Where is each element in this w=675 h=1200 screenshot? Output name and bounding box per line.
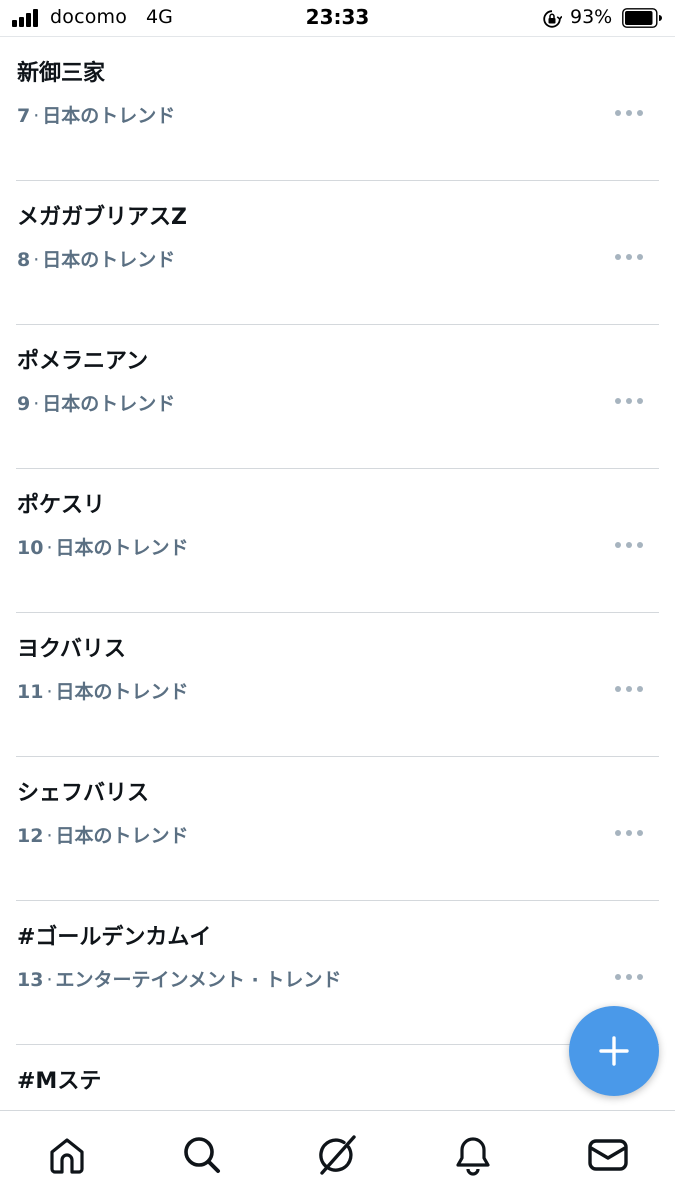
trend-name: 新御三家 [17,61,106,86]
trend-name: ポメラニアン [17,349,149,374]
nav-notifications[interactable] [451,1133,495,1177]
trend-category: 日本のトレンド [42,393,176,415]
meta-separator: · [33,249,40,271]
trend-category: 日本のトレンド [42,249,176,271]
meta-separator: · [46,681,53,703]
trend-name: シェフバリス [17,781,150,806]
trend-item[interactable]: ポケスリ 10 · 日本のトレンド [0,469,675,613]
trend-item[interactable]: #ゴールデンカムイ 13 · エンターテインメント · トレンド [0,901,675,1045]
trend-meta: 13 · エンターテインメント · トレンド [17,965,341,992]
trend-category: 日本のトレンド [42,105,176,127]
trend-rank: 10 [17,537,44,559]
trend-item[interactable]: 新御三家 7 · 日本のトレンド [0,37,675,181]
trend-name: #Mステ [17,1069,102,1094]
more-options-icon[interactable] [615,971,645,983]
status-bar: docomo 4G 23:33 93% [0,0,675,37]
trend-rank: 9 [17,393,31,415]
trend-category: エンターテインメント · トレンド [55,969,342,991]
trend-rank: 8 [17,249,31,271]
meta-separator: · [33,393,40,415]
meta-separator: · [46,969,53,991]
bell-icon [456,1137,490,1176]
trend-list: 新御三家 7 · 日本のトレンド メガガブリアスZ 8 · 日本のトレンド ポメラニアン… [0,37,675,1189]
bottom-nav [0,1110,675,1200]
nav-home[interactable] [45,1133,89,1177]
trend-meta: 10 · 日本のトレンド [17,533,189,560]
compose-button[interactable] [569,1006,659,1096]
trend-meta: 11 · 日本のトレンド [17,677,189,704]
trend-meta: 12 · 日本のトレンド [17,821,189,848]
plus-icon [599,1036,629,1066]
trend-name: ヨクバリス [17,637,126,662]
more-options-icon[interactable] [615,539,645,551]
trend-meta: 9 · 日本のトレンド [17,389,175,416]
battery-icon [622,8,662,28]
trend-category: 日本のトレンド [55,681,189,703]
nav-messages[interactable] [586,1133,630,1177]
nav-spaces[interactable] [314,1133,358,1177]
mail-icon [588,1139,628,1171]
more-options-icon[interactable] [615,107,645,119]
meta-separator: · [46,825,53,847]
trend-name: メガガブリアスZ [17,205,187,230]
trend-item[interactable]: シェフバリス 12 · 日本のトレンド [0,757,675,901]
orientation-lock-icon [543,10,562,28]
more-options-icon[interactable] [615,251,645,263]
trend-name: ポケスリ [17,493,106,518]
more-options-icon[interactable] [615,827,645,839]
home-icon [50,1138,84,1174]
trend-rank: 11 [17,681,44,703]
trend-item[interactable]: ポメラニアン 9 · 日本のトレンド [0,325,675,469]
trend-rank: 7 [17,105,31,127]
battery-percent: 93% [570,6,613,28]
nav-search[interactable] [180,1133,224,1177]
more-options-icon[interactable] [615,683,645,695]
spaces-icon [319,1135,356,1175]
trend-name: #ゴールデンカムイ [17,925,212,950]
trend-category: 日本のトレンド [55,825,189,847]
trend-rank: 13 [17,969,44,991]
more-options-icon[interactable] [615,395,645,407]
meta-separator: · [46,537,53,559]
trend-item[interactable]: ヨクバリス 11 · 日本のトレンド [0,613,675,757]
trend-meta: 7 · 日本のトレンド [17,101,175,128]
search-icon [184,1137,220,1173]
trend-rank: 12 [17,825,44,847]
trend-item[interactable]: メガガブリアスZ 8 · 日本のトレンド [0,181,675,325]
trend-category: 日本のトレンド [55,537,189,559]
meta-separator: · [33,105,40,127]
trend-meta: 8 · 日本のトレンド [17,245,175,272]
